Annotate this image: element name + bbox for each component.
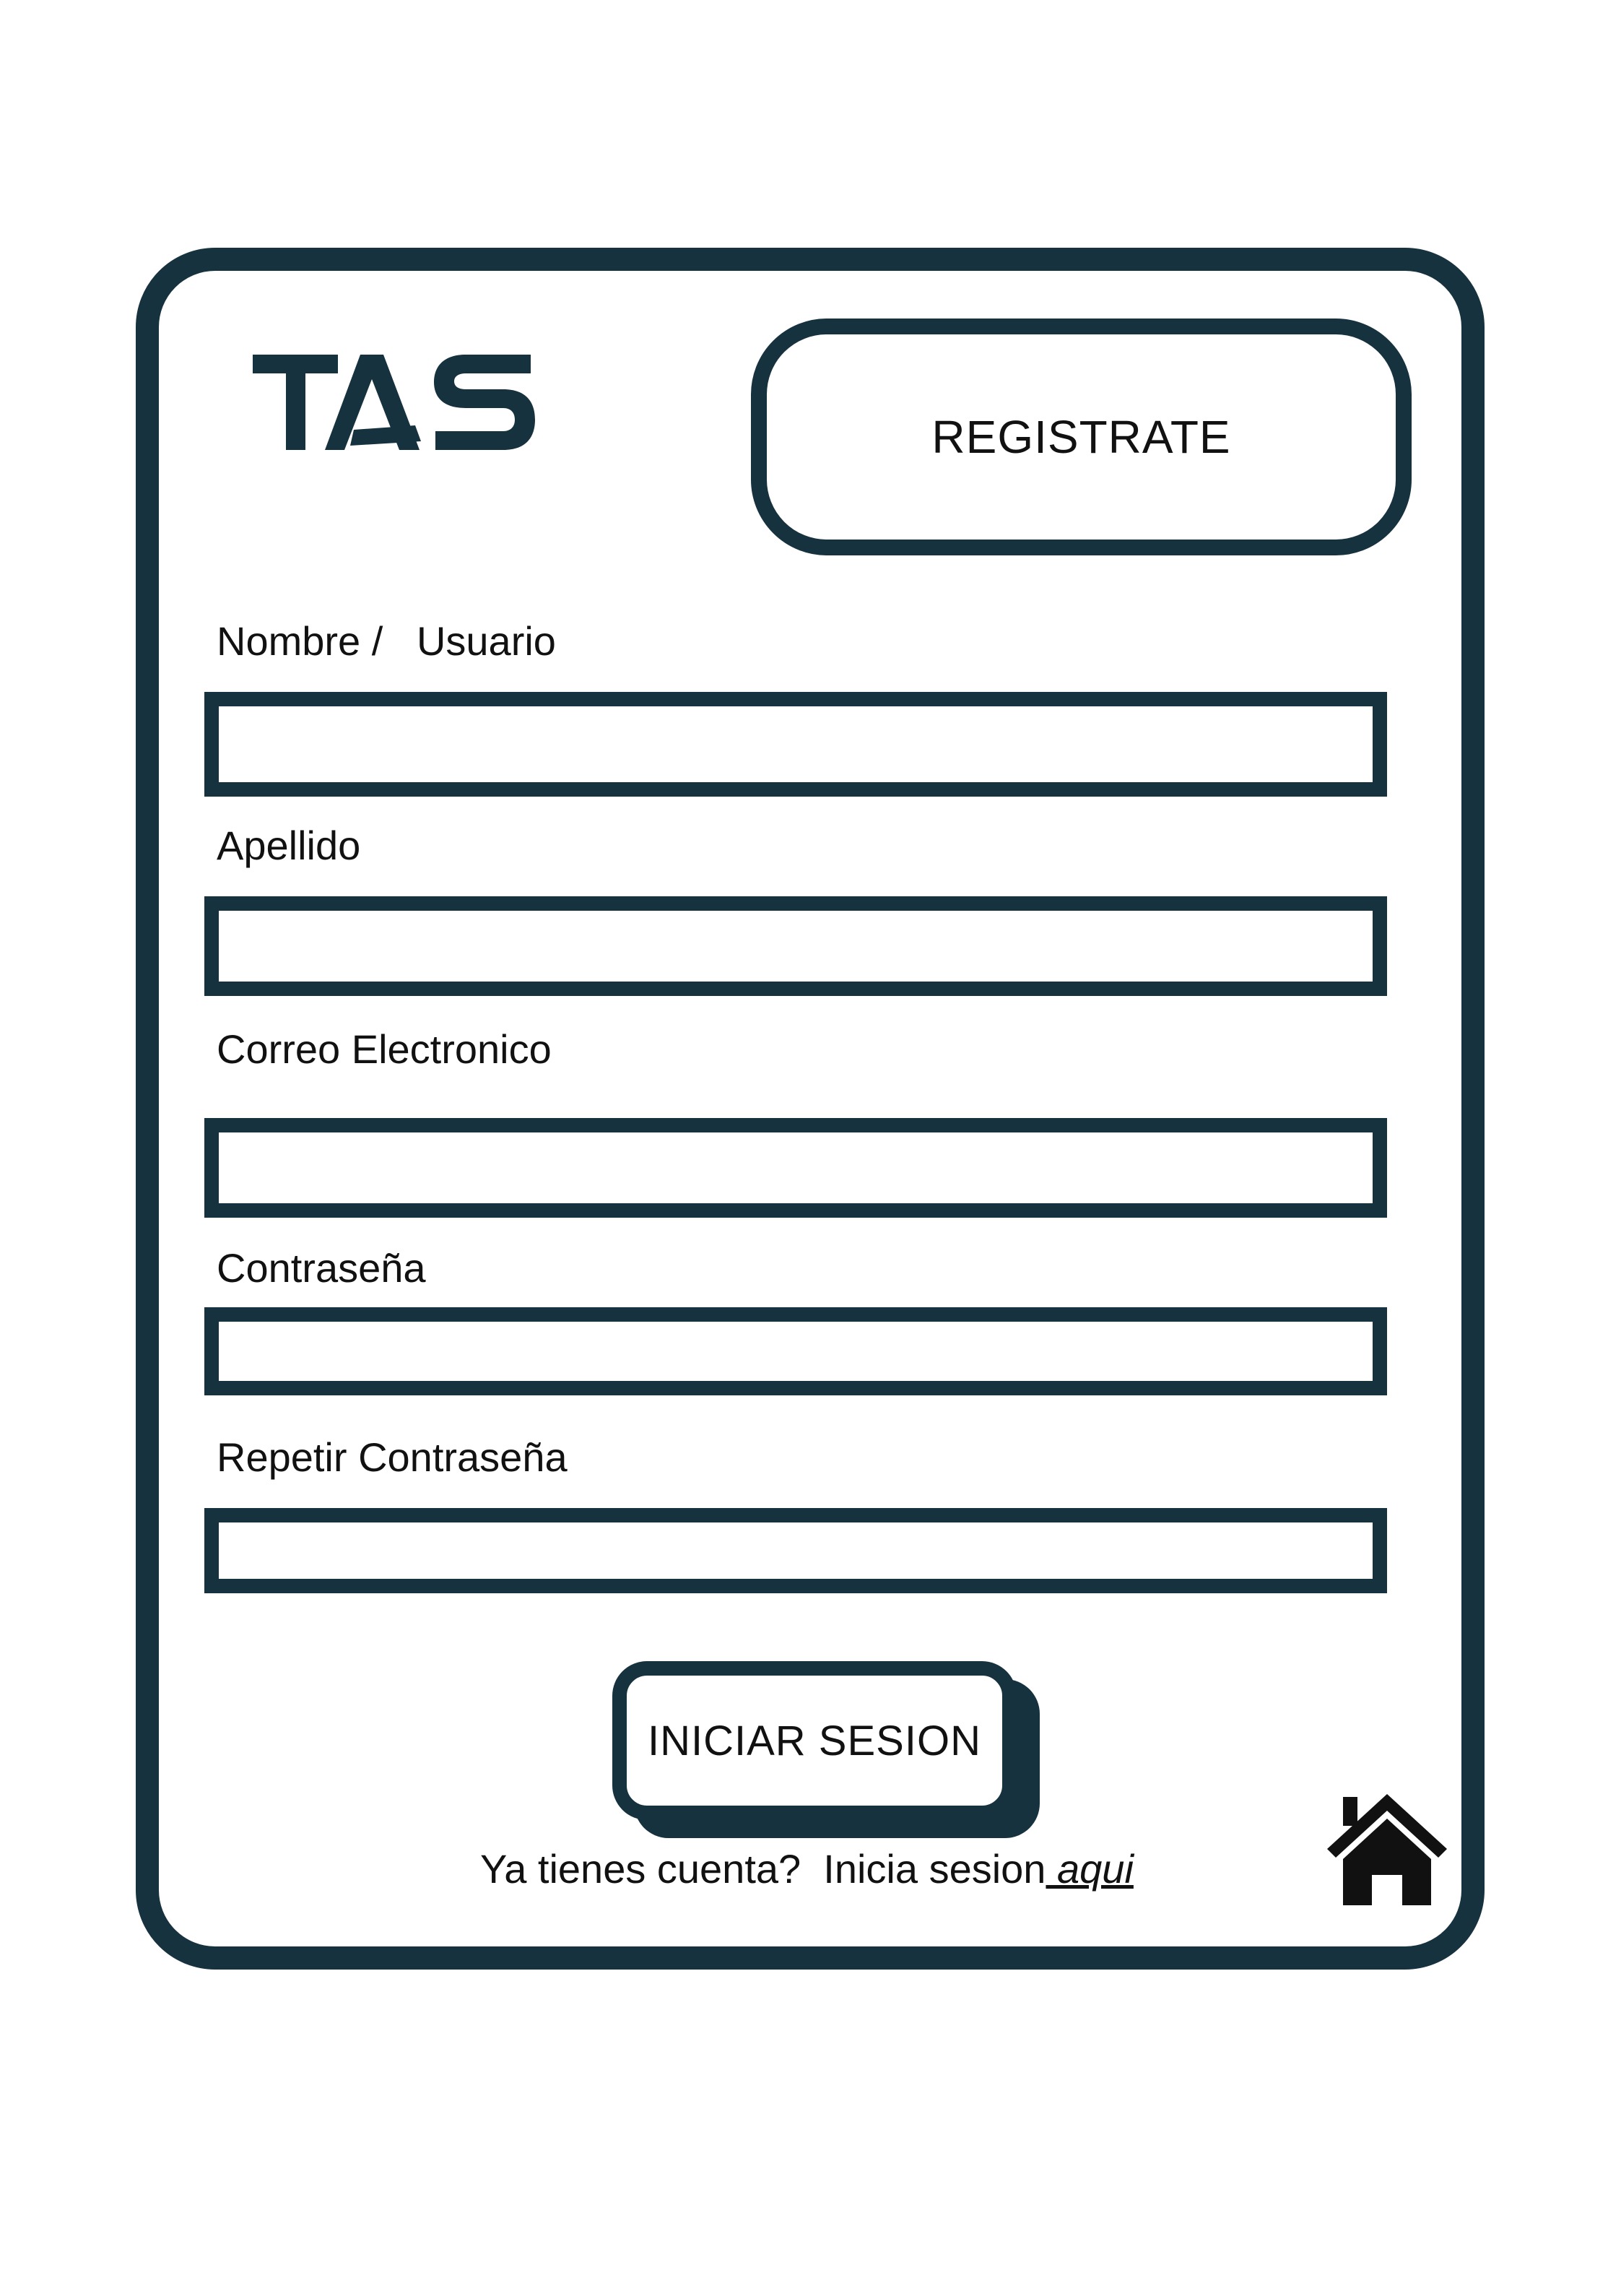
field-label-surname: Apellido (217, 823, 361, 868)
name-user-input[interactable] (204, 692, 1387, 797)
tas-logo (249, 350, 538, 459)
field-label-password: Contraseña (217, 1245, 426, 1291)
footer-prompt-text: Ya tienes cuenta? Inicia sesion (480, 1846, 1046, 1892)
register-button[interactable]: REGISTRATE (751, 319, 1412, 555)
field-label-email: Correo Electronico (217, 1026, 552, 1072)
surname-input[interactable] (204, 896, 1387, 996)
login-here-link[interactable]: aqui (1046, 1846, 1134, 1892)
field-label-name-user: Nombre / Usuario (217, 618, 556, 664)
footer-text: Ya tienes cuenta? Inicia sesion aqui (480, 1845, 1134, 1892)
field-label-repeat-password: Repetir Contraseña (217, 1434, 568, 1480)
login-button[interactable]: INICIAR SESION (612, 1661, 1017, 1820)
home-icon[interactable] (1326, 1791, 1448, 1907)
repeat-password-input[interactable] (204, 1508, 1387, 1593)
email-input[interactable] (204, 1118, 1387, 1218)
password-input[interactable] (204, 1307, 1387, 1395)
